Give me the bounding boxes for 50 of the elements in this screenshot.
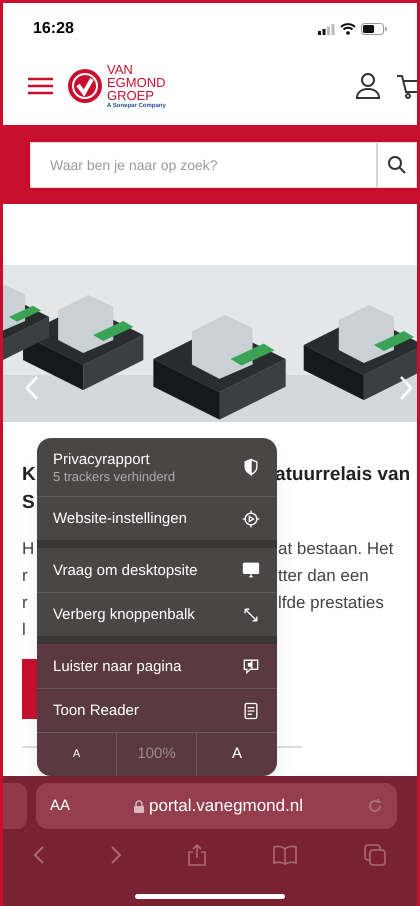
menu-item[interactable]: Verberg knoppenbalk [37,592,277,636]
search-button[interactable] [377,142,417,188]
menu-item-label: Website-instellingen [53,509,187,528]
cart-icon[interactable] [397,72,417,100]
checkmark-logo-icon [67,68,103,104]
body-fragment: lfde prestaties [278,592,384,614]
battery-icon [361,23,387,35]
menu-item-subtitle: 5 trackers verhinderd [53,468,176,484]
status-time: 16:28 [33,19,74,39]
menu-item-label: Toon Reader [53,701,139,720]
share-icon[interactable] [187,843,207,867]
address-bar[interactable]: AA portal.vanegmond.nl [36,783,397,829]
menu-item-label: Verberg knoppenbalk [53,605,195,624]
wifi-icon [340,23,356,35]
menu-item-label: Privacyrapport [53,450,151,468]
menu-item[interactable]: Vraag om desktopsite [37,548,277,592]
text-larger-button[interactable]: A [197,733,277,776]
heading-fragment: S [22,492,35,513]
heading-fragment: atuurrelais van [275,462,410,487]
tabs-icon[interactable] [363,843,387,867]
body-fragment: tter dan een [278,564,369,587]
book-icon[interactable] [272,845,298,865]
back-icon[interactable] [33,845,45,865]
menu-item-label: Luister naar pagina [53,656,182,676]
body-fragment: at bestaan. Het [278,538,394,560]
lock-icon [134,800,144,812]
logo-text: EGMOND [107,76,166,88]
search-icon [387,154,407,174]
body-fragment: H [22,538,34,558]
body-fragment: r [22,592,28,612]
forward-icon[interactable] [110,845,122,865]
heading-fragment: K [22,464,36,485]
menu-icon[interactable] [28,77,53,95]
menu-item[interactable]: Toon Reader [37,688,277,732]
body-fragment: l [22,620,26,639]
monitor-icon [241,560,261,580]
menu-item-label: Vraag om desktopsite [53,560,198,580]
text-size-button[interactable]: AA [50,794,70,818]
reload-icon[interactable] [367,798,383,814]
menu-item[interactable]: Luister naar pagina [37,644,277,688]
tab-preview[interactable] [3,783,27,829]
logo-text: GROEP [107,88,155,102]
logo-text: VAN [107,62,134,76]
url-text: portal.vanegmond.nl [148,795,304,818]
menu-item[interactable]: Website-instellingen [37,496,277,540]
menu-item[interactable]: Privacyrapport 5 trackers verhinderd [37,438,277,496]
body-fragment: r [22,566,28,585]
signal-icon [318,24,335,34]
search-field[interactable]: Waar ben je naar op zoek? [30,142,377,188]
user-icon[interactable] [355,72,381,100]
